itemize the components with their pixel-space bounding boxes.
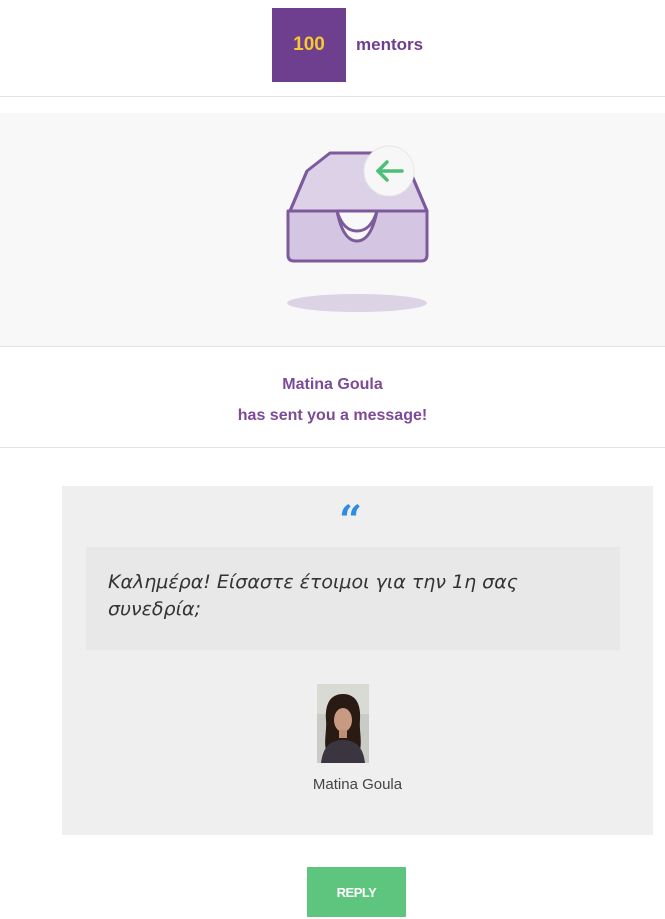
tray-front [286, 209, 429, 263]
message-box: Καλημέρα! Είσαστε έτοιμοι για την 1η σας… [86, 547, 620, 650]
sender-name: Matina Goula [282, 376, 383, 393]
quote-icon: “ [339, 497, 363, 544]
header-divider [0, 96, 665, 97]
notice-text: has sent you a message! [237, 407, 428, 424]
sender-notice: Matina Goula has sent you a message! [0, 369, 665, 431]
message-card: “ Καλημέρα! Είσαστε έτοιμοι για την 1η σ… [62, 486, 653, 835]
brand-logo[interactable]: 100 mentors [272, 8, 423, 82]
inbox-tray-icon [286, 145, 429, 312]
shadow-ellipse [287, 294, 427, 312]
notice-divider [0, 447, 665, 448]
author-name: Matina Goula [312, 776, 403, 793]
hero-illustration [0, 113, 665, 346]
message-text: Καλημέρα! Είσαστε έτοιμοι για την 1η σας… [108, 571, 518, 620]
logo-word: mentors [356, 35, 424, 54]
avatar [317, 684, 369, 763]
logo-number: 100 [293, 34, 325, 55]
email-header: 100 mentors [0, 0, 665, 96]
reply-button[interactable]: REPLY [307, 867, 406, 917]
logo-badge: 100 [272, 8, 346, 82]
hero-divider [0, 346, 665, 347]
avatar-photo [317, 684, 369, 763]
